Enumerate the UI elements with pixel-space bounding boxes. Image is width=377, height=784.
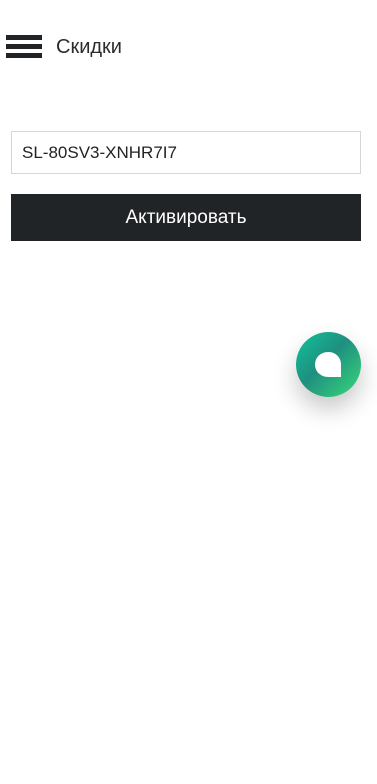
menu-bar bbox=[6, 35, 42, 40]
header: Скидки bbox=[0, 0, 377, 92]
page-title: Скидки bbox=[56, 36, 122, 58]
hamburger-menu-icon[interactable] bbox=[6, 35, 42, 59]
menu-bar bbox=[6, 44, 42, 49]
chat-bubble-icon bbox=[315, 352, 341, 377]
activate-button[interactable]: Активировать bbox=[11, 194, 361, 241]
menu-bar bbox=[6, 53, 42, 58]
chat-button[interactable] bbox=[296, 332, 361, 397]
coupon-code-input[interactable] bbox=[11, 131, 361, 174]
